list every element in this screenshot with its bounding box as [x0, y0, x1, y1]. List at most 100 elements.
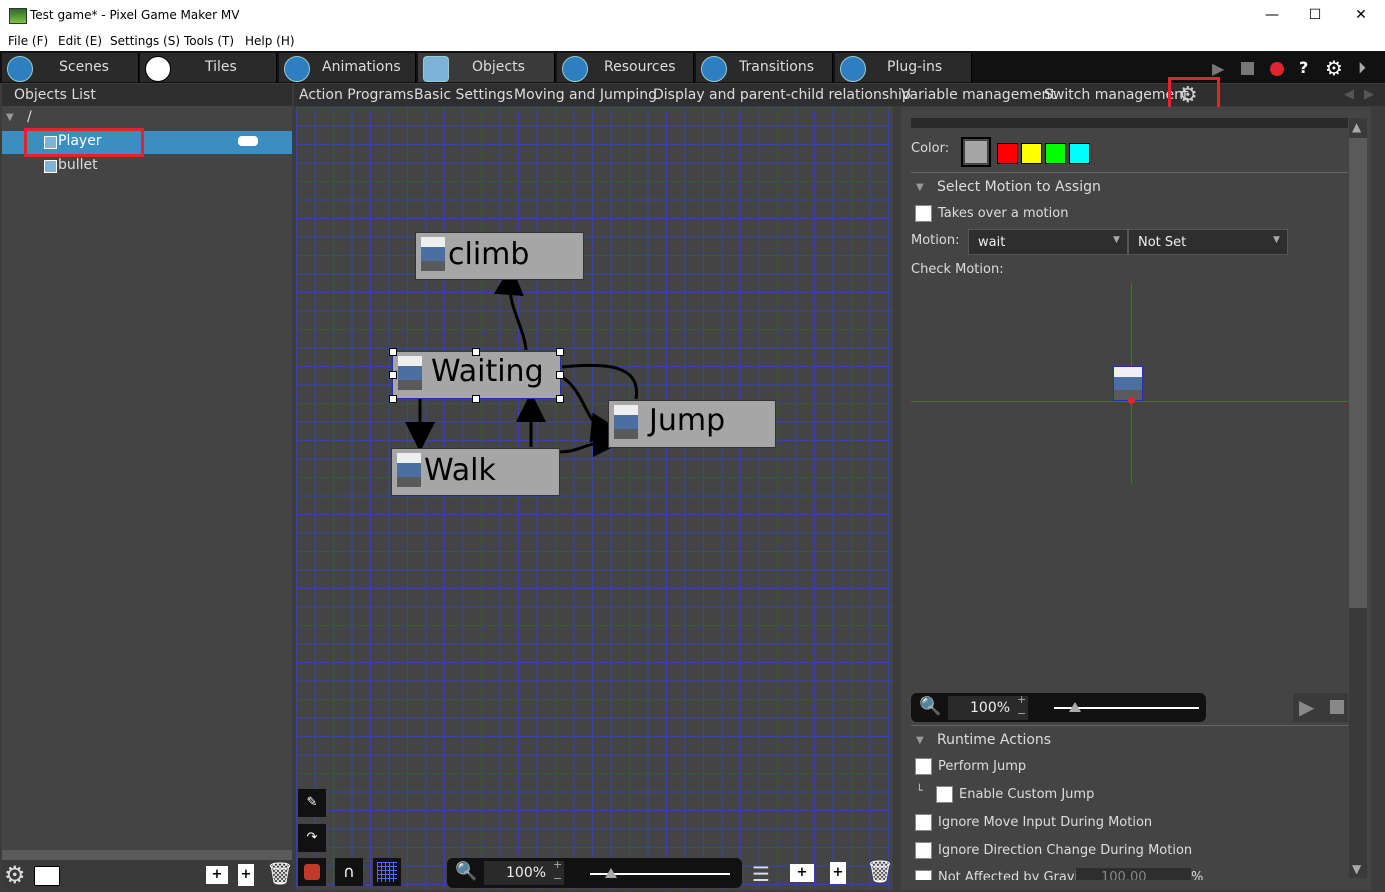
trash-icon[interactable]: 🗑	[866, 860, 894, 885]
menu-file[interactable]: File (F)	[8, 34, 48, 48]
list-item-player[interactable]: Player	[58, 133, 102, 149]
state-node-waiting[interactable]: Waiting	[392, 351, 561, 399]
state-node-walk[interactable]: Walk	[391, 448, 560, 496]
zoom-minus-button[interactable]: −	[553, 872, 562, 885]
resize-handle[interactable]	[472, 395, 480, 403]
collapse-arrow-icon[interactable]: ▼	[916, 182, 924, 193]
objects-panel	[2, 84, 292, 890]
grid-icon[interactable]	[373, 858, 401, 886]
zoom-slider-thumb[interactable]	[605, 868, 617, 878]
takes-over-motion-checkbox[interactable]	[915, 205, 932, 222]
menu-edit[interactable]: Edit (E)	[58, 34, 102, 48]
object-icon	[44, 136, 57, 149]
color-swatch-green[interactable]	[1045, 143, 1066, 164]
color-swatch-selected[interactable]	[961, 137, 991, 167]
tab-moving-and-jumping[interactable]: Moving and Jumping	[514, 87, 657, 103]
minimize-button[interactable]: —	[1261, 4, 1283, 26]
resize-handle[interactable]	[389, 371, 397, 379]
tab-display[interactable]: Display and parent-child relationship	[653, 87, 911, 103]
ignore-move-input-checkbox[interactable]	[915, 814, 932, 831]
color-swatch-yellow[interactable]	[1021, 143, 1042, 164]
close-button[interactable]: ✕	[1350, 4, 1372, 26]
state-node-climb[interactable]: climb	[415, 232, 584, 280]
resize-handle[interactable]	[389, 348, 397, 356]
resize-handle[interactable]	[556, 348, 564, 356]
tab-action-programs[interactable]: Action Programs	[299, 87, 414, 103]
collapse-icon[interactable]: ⏵	[1358, 58, 1366, 78]
add-item-icon[interactable]: +	[238, 864, 254, 886]
expand-arrow-icon[interactable]: ▼	[6, 112, 14, 123]
maximize-button[interactable]: ☐	[1304, 4, 1326, 26]
origin-point	[1128, 397, 1135, 404]
add-folder-icon[interactable]: +	[790, 864, 814, 882]
object-icon	[44, 160, 57, 173]
tab-label: Tiles	[205, 59, 237, 75]
tab-variable-management[interactable]: Variable management	[901, 87, 1056, 103]
tab-resources[interactable]: Resources	[557, 53, 694, 82]
section-title-runtime-actions: Runtime Actions	[937, 732, 1052, 748]
resize-handle[interactable]	[556, 371, 564, 379]
settings-icon[interactable]: ⚙	[4, 861, 26, 889]
tab-transitions[interactable]: Transitions	[696, 53, 833, 82]
motion-select[interactable]: wait ▼	[968, 229, 1128, 255]
tab-plugins[interactable]: Plug-ins	[835, 53, 972, 82]
horizontal-scrollbar[interactable]	[2, 850, 292, 860]
play-icon[interactable]: ▶	[1299, 695, 1314, 719]
enable-custom-jump-label: Enable Custom Jump	[959, 787, 1095, 802]
undo-icon[interactable]	[1270, 62, 1284, 76]
tab-tiles[interactable]: Tiles	[140, 53, 277, 82]
tab-basic-settings[interactable]: Basic Settings	[414, 87, 513, 103]
zoom-minus-button[interactable]: −	[1017, 707, 1026, 720]
state-node-jump[interactable]: Jump	[608, 400, 776, 448]
scroll-down-icon[interactable]: ▼	[1352, 862, 1361, 876]
chevron-down-icon: ▼	[1273, 235, 1280, 245]
animations-icon	[284, 56, 310, 82]
film-icon[interactable]	[34, 866, 60, 886]
stop-icon[interactable]	[1241, 62, 1254, 75]
pen-tool-icon[interactable]: ✎	[298, 789, 326, 817]
scroll-left-icon[interactable]: ◀	[1344, 87, 1354, 102]
list-icon[interactable]: ☰	[752, 862, 770, 886]
gear-icon[interactable]: ⚙	[1178, 83, 1198, 108]
character-sprite	[614, 405, 638, 439]
resize-handle[interactable]	[472, 348, 480, 356]
tab-scenes[interactable]: Scenes	[2, 53, 139, 82]
perform-jump-checkbox[interactable]	[915, 758, 932, 775]
add-folder-icon[interactable]: +	[206, 866, 228, 884]
menu-settings[interactable]: Settings (S)	[110, 34, 180, 48]
scroll-right-icon[interactable]: ▶	[1364, 87, 1374, 102]
tiles-icon	[145, 56, 171, 82]
zoom-plus-button[interactable]: +	[1017, 693, 1026, 706]
help-icon[interactable]: ?	[1299, 58, 1308, 77]
resize-handle[interactable]	[389, 395, 397, 403]
menu-tools[interactable]: Tools (T)	[184, 34, 234, 48]
color-swatch-cyan[interactable]	[1069, 143, 1090, 164]
gear-icon[interactable]: ⚙	[1325, 56, 1343, 80]
stop-icon[interactable]	[1330, 700, 1344, 714]
zoom-plus-button[interactable]: +	[553, 858, 562, 871]
magnet-icon[interactable]: ∩	[335, 858, 363, 886]
motion-sub-select[interactable]: Not Set ▼	[1128, 229, 1288, 255]
menu-help[interactable]: Help (H)	[245, 34, 295, 48]
scroll-up-icon[interactable]: ▲	[1352, 120, 1361, 134]
tab-label: Animations	[322, 59, 401, 75]
tree-root[interactable]: /	[27, 109, 32, 125]
tab-switch-management[interactable]: Switch management	[1044, 87, 1189, 103]
collapse-arrow-icon[interactable]: ▼	[916, 735, 924, 746]
color-swatch-red[interactable]	[997, 143, 1018, 164]
tab-animations[interactable]: Animations	[279, 53, 416, 82]
resize-handle[interactable]	[556, 395, 564, 403]
not-affected-by-gravity-checkbox[interactable]	[915, 870, 932, 880]
zoom-slider-thumb[interactable]	[1069, 702, 1081, 712]
add-item-icon[interactable]: +	[830, 862, 846, 884]
ignore-direction-change-checkbox[interactable]	[915, 842, 932, 859]
brush-tool-icon[interactable]	[298, 858, 326, 886]
play-icon[interactable]: ▶	[1212, 59, 1234, 79]
list-item-bullet[interactable]: bullet	[58, 157, 98, 173]
scrollbar-thumb[interactable]	[1349, 138, 1367, 608]
trash-icon[interactable]: 🗑	[266, 862, 294, 887]
tab-objects[interactable]: Objects	[418, 53, 555, 82]
link-tool-icon[interactable]: ↷	[298, 824, 326, 852]
enable-custom-jump-checkbox[interactable]	[936, 786, 953, 803]
menu-bar: File (F) Edit (E) Settings (S) Tools (T)…	[0, 31, 1385, 51]
